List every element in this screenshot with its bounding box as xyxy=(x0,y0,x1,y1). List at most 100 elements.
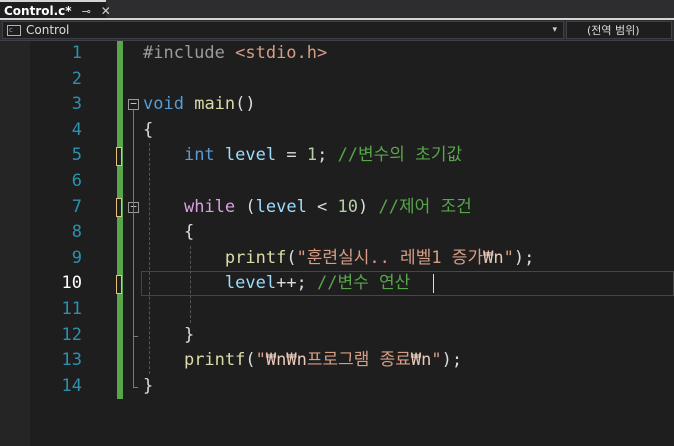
code-token: while xyxy=(183,196,236,217)
navigation-bar: c Control ▾ (전역 범위) xyxy=(0,20,674,41)
line-number: 9 xyxy=(71,247,82,268)
code-token: { xyxy=(143,222,195,243)
current-line-highlight xyxy=(141,271,674,297)
code-text[interactable]: { xyxy=(143,220,194,246)
code-token: //제어 조건 xyxy=(378,196,472,217)
code-line[interactable]: 9 printf("훈련실시.. 레벨1 증가₩n"); xyxy=(0,246,674,272)
code-text[interactable]: printf("₩n₩n프로그램 종료₩n"); xyxy=(143,348,462,374)
code-token: <stdio.h> xyxy=(235,43,328,63)
code-token: ) xyxy=(358,196,379,217)
code-token: ); xyxy=(441,350,463,371)
member-scope-dropdown[interactable]: (전역 범위) xyxy=(566,21,672,39)
code-token: ( xyxy=(245,350,256,371)
code-token: " xyxy=(255,350,266,371)
code-token: } xyxy=(143,375,154,396)
code-line[interactable]: 13 printf("₩n₩n프로그램 종료₩n"); xyxy=(0,348,674,374)
code-text[interactable]: void main() xyxy=(143,92,256,118)
line-number: 14 xyxy=(61,375,82,396)
code-text[interactable]: #include <stdio.h> xyxy=(143,41,327,67)
code-token: ₩n xyxy=(483,247,504,268)
chevron-down-icon[interactable]: ▾ xyxy=(552,25,557,35)
code-line[interactable]: 11 xyxy=(0,297,674,323)
indent-guide xyxy=(149,143,150,374)
line-number: 10 xyxy=(61,273,82,294)
line-number: 5 xyxy=(71,145,82,166)
line-number: 7 xyxy=(71,196,82,217)
code-text[interactable]: while (level < 10) //제어 조건 xyxy=(143,195,472,221)
code-token: #include xyxy=(143,43,236,63)
code-token: } xyxy=(143,324,195,345)
code-token: 프로그램 종료 xyxy=(306,350,411,371)
line-number: 6 xyxy=(71,171,82,191)
code-token: < xyxy=(306,196,338,217)
code-token: "훈련실시.. 레벨1 증가 xyxy=(296,247,484,268)
unsaved-change-marker xyxy=(116,197,122,217)
outline-end-main xyxy=(133,386,138,388)
code-token: ; xyxy=(317,145,338,166)
code-token: 1 xyxy=(306,145,318,166)
code-token: level xyxy=(255,196,307,217)
code-line[interactable]: 6 xyxy=(0,169,674,195)
close-icon[interactable]: ✕ xyxy=(101,4,111,18)
code-token: () xyxy=(235,94,256,115)
code-line[interactable]: 4{ xyxy=(0,118,674,144)
change-tracking-bar xyxy=(117,41,123,400)
line-number: 12 xyxy=(61,324,82,345)
code-token: = xyxy=(276,145,307,166)
code-line[interactable]: 12 } xyxy=(0,323,674,349)
outline-end-while xyxy=(133,335,138,337)
code-token: ₩n₩n xyxy=(265,350,307,371)
pin-icon[interactable]: ⊸ xyxy=(82,5,91,18)
code-line[interactable]: 7 while (level < 10) //제어 조건 xyxy=(0,195,674,221)
project-scope-dropdown[interactable]: c Control ▾ xyxy=(2,21,564,39)
code-text[interactable]: } xyxy=(143,374,153,400)
code-token: printf xyxy=(224,247,287,268)
code-token: ( xyxy=(286,247,297,268)
project-icon: c xyxy=(7,24,21,36)
code-line[interactable]: 2 xyxy=(0,67,674,93)
code-token: " xyxy=(431,350,442,371)
unsaved-change-marker xyxy=(116,274,122,294)
code-token: int xyxy=(183,145,215,166)
code-token: { xyxy=(143,119,154,140)
code-line[interactable]: 14} xyxy=(0,374,674,400)
code-token: main xyxy=(194,94,236,115)
code-token: 10 xyxy=(337,196,359,217)
code-editor[interactable]: 1 #include <stdio.h> 2 3 void main() 4{5 int … xyxy=(0,41,674,446)
code-text[interactable]: } xyxy=(143,323,194,349)
unsaved-change-marker xyxy=(116,146,122,166)
code-line[interactable]: 5 int level = 1; //변수의 초기값 xyxy=(0,143,674,169)
code-line[interactable]: 3 void main() xyxy=(0,92,674,118)
document-tab-strip: Control.c* ⊸ ✕ xyxy=(0,0,674,20)
code-text[interactable]: int level = 1; //변수의 초기값 xyxy=(143,143,462,169)
line-number: 4 xyxy=(71,119,82,140)
code-token: ( xyxy=(235,196,256,217)
tab-control-c[interactable]: Control.c* ⊸ ✕ xyxy=(0,0,111,20)
code-token: printf xyxy=(183,350,246,371)
line-number: 8 xyxy=(71,222,82,243)
code-line[interactable]: 1 #include <stdio.h> xyxy=(0,41,674,67)
line-number: 3 xyxy=(71,94,82,115)
line-number: 11 xyxy=(61,299,82,319)
code-text[interactable]: printf("훈련실시.. 레벨1 증가₩n"); xyxy=(143,246,534,272)
project-scope-label: Control xyxy=(26,23,70,37)
code-token: level xyxy=(224,145,277,166)
tab-title[interactable]: Control.c* xyxy=(4,4,72,18)
code-text[interactable]: { xyxy=(143,118,153,144)
code-token: " xyxy=(503,247,514,268)
code-token: ); xyxy=(513,247,535,268)
code-token: //변수의 초기값 xyxy=(337,145,463,166)
indent-guide xyxy=(190,245,191,323)
outline-line-main xyxy=(133,110,134,387)
code-token: ₩n xyxy=(410,350,432,371)
text-cursor xyxy=(433,274,434,294)
line-number: 1 xyxy=(71,43,82,63)
line-number: 13 xyxy=(61,350,82,371)
collapse-icon[interactable]: − xyxy=(128,98,139,111)
line-number: 2 xyxy=(71,68,82,89)
code-line[interactable]: 8 { xyxy=(0,220,674,246)
code-token: void xyxy=(143,94,184,115)
